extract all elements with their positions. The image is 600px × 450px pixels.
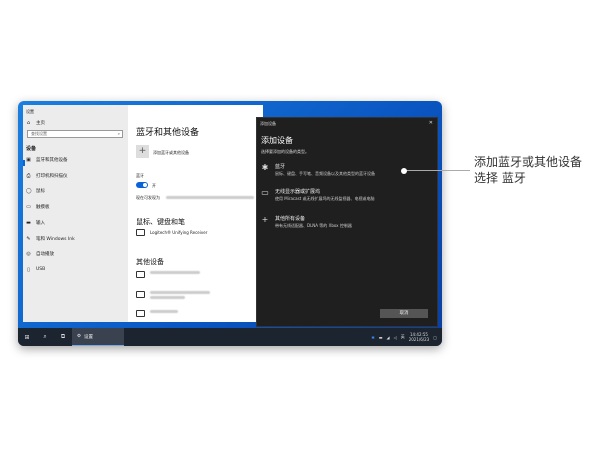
option-desc: 鼠标、键盘、手写笔、音频设备以及其他类型的蓝牙设备: [275, 171, 375, 176]
sidebar-item-label: 鼠标: [36, 189, 45, 195]
usb-icon: ▯: [27, 266, 30, 273]
device-type-option[interactable]: ✱ 蓝牙 鼠标、键盘、手写笔、音频设备以及其他类型的蓝牙设备: [261, 163, 375, 177]
clock-date: 2021/6/23: [408, 337, 430, 342]
bluetooth-tray-icon[interactable]: ✱: [371, 335, 374, 340]
battery-icon[interactable]: ▬: [379, 335, 383, 340]
option-title: 无线显示器或扩展坞: [275, 189, 321, 195]
section-heading: 设备: [26, 146, 37, 152]
add-device-button[interactable]: +: [136, 145, 149, 158]
window-title: 设置: [26, 109, 34, 114]
plus-icon: +: [138, 146, 147, 156]
touchpad-icon: ▭: [26, 204, 31, 211]
close-icon[interactable]: ✕: [429, 120, 433, 126]
autoplay-icon: ◎: [26, 251, 31, 258]
annotation: 添加蓝牙或其他设备 选择 蓝牙: [474, 154, 582, 186]
receiver-icon: [136, 229, 145, 236]
bluetooth-state: 开: [152, 183, 156, 188]
logitech-device[interactable]: Logitech® Unifying Receiver: [150, 230, 207, 235]
dialog-subtitle: 选择要添加的设备的类型。: [261, 149, 309, 154]
sidebar-item[interactable]: ✎ 笔和 Windows Ink: [26, 235, 75, 242]
task-view-icon[interactable]: ⧉: [54, 333, 72, 341]
bluetooth-devices-icon: ▣: [26, 157, 31, 163]
ime-indicator[interactable]: 英: [401, 334, 405, 340]
sidebar-item-label: USB: [36, 267, 46, 273]
system-tray: ✱ ▬ ◢ ◁ 英 14:42:55 2021/6/23 ▢: [371, 332, 442, 342]
page-title: 蓝牙和其他设备: [136, 128, 200, 138]
monitor-icon: ▭: [261, 188, 269, 197]
desktop-screen: 设置 ⌂ 主页 查找设置 ⌕ 设备 ▣ 蓝牙和其他设备 ⎙ 打印机和扫描仪 ◯ 鼠标 ▭ 触摸板 ▬…: [18, 101, 442, 346]
sidebar-item[interactable]: ▣ 蓝牙和其他设备: [26, 157, 68, 163]
mouse-icon: ◯: [26, 188, 32, 195]
plus-icon: +: [261, 215, 269, 224]
callout-dot: [401, 167, 407, 174]
keyboard-icon: ▬: [26, 219, 31, 226]
add-device-label[interactable]: 添加蓝牙或其他设备: [153, 150, 189, 156]
printer-icon: ⎙: [26, 172, 31, 179]
bluetooth-toggle[interactable]: [136, 182, 148, 188]
option-desc: 带有无线适配器、DLNA 等的 Xbox 控制器: [275, 223, 352, 228]
sidebar-item-label: 蓝牙和其他设备: [36, 158, 68, 163]
sidebar-item[interactable]: ▬ 输入: [26, 220, 45, 226]
sidebar-item[interactable]: ◯ 鼠标: [26, 188, 45, 194]
sidebar-item[interactable]: ▭ 触摸板: [26, 204, 50, 211]
taskbar: ⊞ ⌕ ⧉ ⚙ 设置 ✱ ▬ ◢ ◁ 英 14:42:55 2021/6/23 ▢: [18, 328, 442, 346]
sidebar-item[interactable]: ▯ USB: [26, 267, 45, 273]
option-title: 其他所有设备: [275, 216, 306, 222]
option-desc: 使用 Miracast 或无线扩展坞的无线监视器、电视或电脑: [275, 196, 375, 201]
display-adapter-icon: [136, 271, 145, 278]
network-icon[interactable]: ◢: [387, 335, 390, 340]
search-placeholder: 查找设置: [31, 131, 47, 136]
display-adapter-icon: [136, 291, 145, 298]
sidebar-item[interactable]: ⎙ 打印机和扫描仪: [26, 172, 68, 179]
home-icon: ⌂: [26, 120, 31, 126]
taskbar-app-label: 设置: [84, 334, 94, 340]
start-icon[interactable]: ⊞: [18, 334, 36, 341]
volume-icon[interactable]: ◁: [394, 335, 397, 340]
dialog-title: 添加设备: [261, 136, 293, 145]
sidebar-item-label: 触摸板: [36, 205, 50, 211]
search-icon[interactable]: ⌕: [36, 333, 54, 341]
annotation-line1: 添加蓝牙或其他设备: [474, 155, 583, 169]
bluetooth-label: 蓝牙: [136, 173, 144, 178]
dialog-titlebar: 添加设备: [260, 121, 276, 126]
callout-line: [404, 170, 470, 171]
other-heading: 其他设备: [136, 258, 164, 266]
option-title: 蓝牙: [275, 164, 286, 170]
search-input[interactable]: 查找设置 ⌕: [27, 130, 123, 138]
settings-window: 设置 ⌂ 主页 查找设置 ⌕ 设备 ▣ 蓝牙和其他设备 ⎙ 打印机和扫描仪 ◯ 鼠标 ▭ 触摸板 ▬…: [23, 105, 263, 322]
pen-icon: ✎: [26, 235, 31, 242]
settings-content: 蓝牙和其他设备 + 添加蓝牙或其他设备 蓝牙 开 现在可发现为 鼠标、键盘和笔 …: [128, 105, 263, 322]
device-type-option[interactable]: + 其他所有设备 带有无线适配器、DLNA 等的 Xbox 控制器: [261, 215, 352, 229]
add-device-dialog: 添加设备 ✕ 添加设备 选择要添加的设备的类型。 ✱ 蓝牙 鼠标、键盘、手写笔、音频…: [256, 117, 438, 327]
device-type-option[interactable]: ▭ 无线显示器或扩展坞 使用 Miracast 或无线扩展坞的无线监视器、电视或电脑: [261, 188, 375, 202]
mice-heading: 鼠标、键盘和笔: [136, 218, 185, 226]
monitor-icon: [136, 310, 145, 317]
sidebar-item-label: 输入: [36, 220, 45, 226]
settings-sidebar: 设置 ⌂ 主页 查找设置 ⌕ 设备 ▣ 蓝牙和其他设备 ⎙ 打印机和扫描仪 ◯ 鼠标 ▭ 触摸板 ▬…: [23, 105, 128, 322]
search-icon: ⌕: [117, 131, 120, 136]
annotation-line2: 选择 蓝牙: [474, 171, 526, 185]
gear-icon: ⚙: [77, 334, 82, 339]
sidebar-item-label: 自动播放: [36, 252, 54, 258]
sidebar-home[interactable]: ⌂ 主页: [26, 120, 45, 126]
sidebar-item[interactable]: ◎ 自动播放: [26, 251, 54, 257]
taskbar-settings-app[interactable]: ⚙ 设置: [72, 328, 124, 346]
sidebar-item-label: 打印机和扫描仪: [36, 173, 68, 179]
clock[interactable]: 14:42:55 2021/6/23: [409, 332, 430, 342]
active-indicator: [23, 160, 25, 166]
bluetooth-icon: ✱: [261, 163, 269, 172]
home-label: 主页: [36, 121, 45, 126]
notification-icon[interactable]: ▢: [433, 335, 437, 340]
cancel-button[interactable]: 取消: [380, 309, 428, 318]
sidebar-item-label: 笔和 Windows Ink: [36, 236, 75, 242]
discoverable-text: 现在可发现为: [136, 195, 160, 200]
